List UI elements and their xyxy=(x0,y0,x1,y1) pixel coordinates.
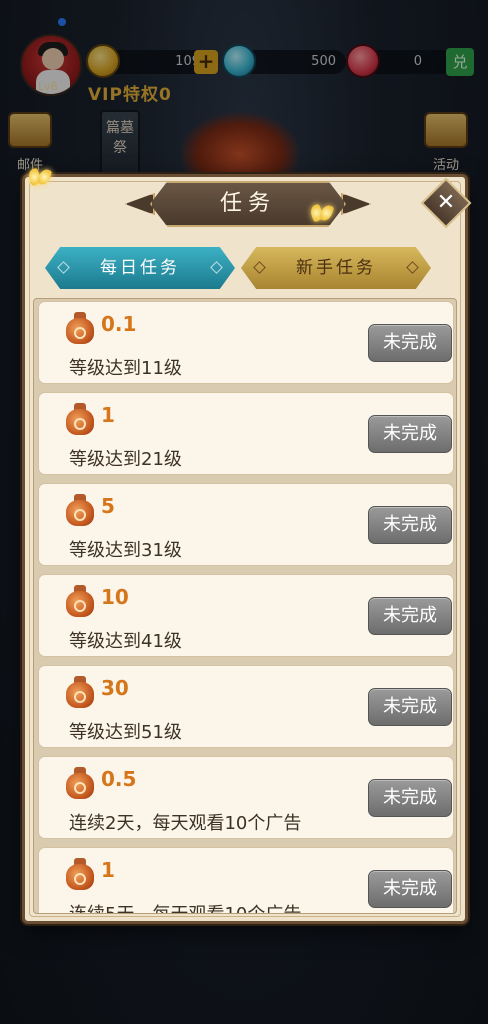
money-bag-icon xyxy=(65,494,95,526)
task-reward: 1 xyxy=(101,403,115,427)
task-reward: 0.1 xyxy=(101,312,137,336)
task-status-button[interactable]: 未完成 xyxy=(368,506,452,544)
task-status-button[interactable]: 未完成 xyxy=(368,779,452,817)
task-status-button[interactable]: 未完成 xyxy=(368,415,452,453)
task-description: 等级达到31级 xyxy=(69,540,182,561)
task-reward: 0.5 xyxy=(101,767,137,791)
task-list: 0.1 等级达到11级 未完成 1 等级达到21级 未完成 5 等级达到31级 … xyxy=(38,301,454,913)
task-item: 0.1 等级达到11级 未完成 xyxy=(38,301,454,384)
close-icon: ✕ xyxy=(436,190,456,215)
money-bag-icon xyxy=(65,312,95,344)
task-reward: 1 xyxy=(101,858,115,882)
task-item: 10 等级达到41级 未完成 xyxy=(38,574,454,657)
task-status-button[interactable]: 未完成 xyxy=(368,597,452,635)
task-description: 等级达到51级 xyxy=(69,722,182,743)
task-description: 连续2天，每天观看10个广告 xyxy=(69,813,302,834)
diamond-icon xyxy=(406,261,419,274)
task-description: 连续5天，每天观看10个广告 xyxy=(69,900,301,913)
tab-daily-tasks-label: 每日任务 xyxy=(100,258,180,278)
task-status-button[interactable]: 未完成 xyxy=(368,324,452,362)
butterfly-decoration-right xyxy=(308,203,335,223)
task-description: 等级达到21级 xyxy=(69,449,182,470)
task-item: 1 等级达到21级 未完成 xyxy=(38,392,454,475)
money-bag-icon xyxy=(65,585,95,617)
diamond-icon xyxy=(210,261,223,274)
task-item: 1 连续5天，每天观看10个广告 未完成 xyxy=(38,847,454,913)
money-bag-icon xyxy=(65,403,95,435)
butterfly-decoration-left xyxy=(26,167,53,187)
task-item: 5 等级达到31级 未完成 xyxy=(38,483,454,566)
task-description: 等级达到41级 xyxy=(69,631,182,652)
task-item: 30 等级达到51级 未完成 xyxy=(38,665,454,748)
task-item: 0.5 连续2天，每天观看10个广告 未完成 xyxy=(38,756,454,839)
money-bag-icon xyxy=(65,858,95,890)
task-dialog: 任务 ✕ 每日任务 新手任务 0.1 等级达到11级 未完成 1 等级达到21级… xyxy=(22,167,472,924)
task-reward: 10 xyxy=(101,585,129,609)
money-bag-icon xyxy=(65,767,95,799)
task-list-scroll[interactable]: 0.1 等级达到11级 未完成 1 等级达到21级 未完成 5 等级达到31级 … xyxy=(33,298,457,914)
tab-newbie-tasks[interactable]: 新手任务 xyxy=(241,247,431,289)
task-status-button[interactable]: 未完成 xyxy=(368,688,452,726)
task-reward: 5 xyxy=(101,494,115,518)
close-button[interactable]: ✕ xyxy=(420,177,472,229)
task-reward: 30 xyxy=(101,676,129,700)
tab-newbie-tasks-label: 新手任务 xyxy=(296,258,376,278)
task-description: 等级达到11级 xyxy=(69,358,182,379)
diamond-icon xyxy=(253,261,266,274)
diamond-icon xyxy=(57,261,70,274)
task-status-button[interactable]: 未完成 xyxy=(368,870,452,908)
tab-daily-tasks[interactable]: 每日任务 xyxy=(45,247,235,289)
money-bag-icon xyxy=(65,676,95,708)
